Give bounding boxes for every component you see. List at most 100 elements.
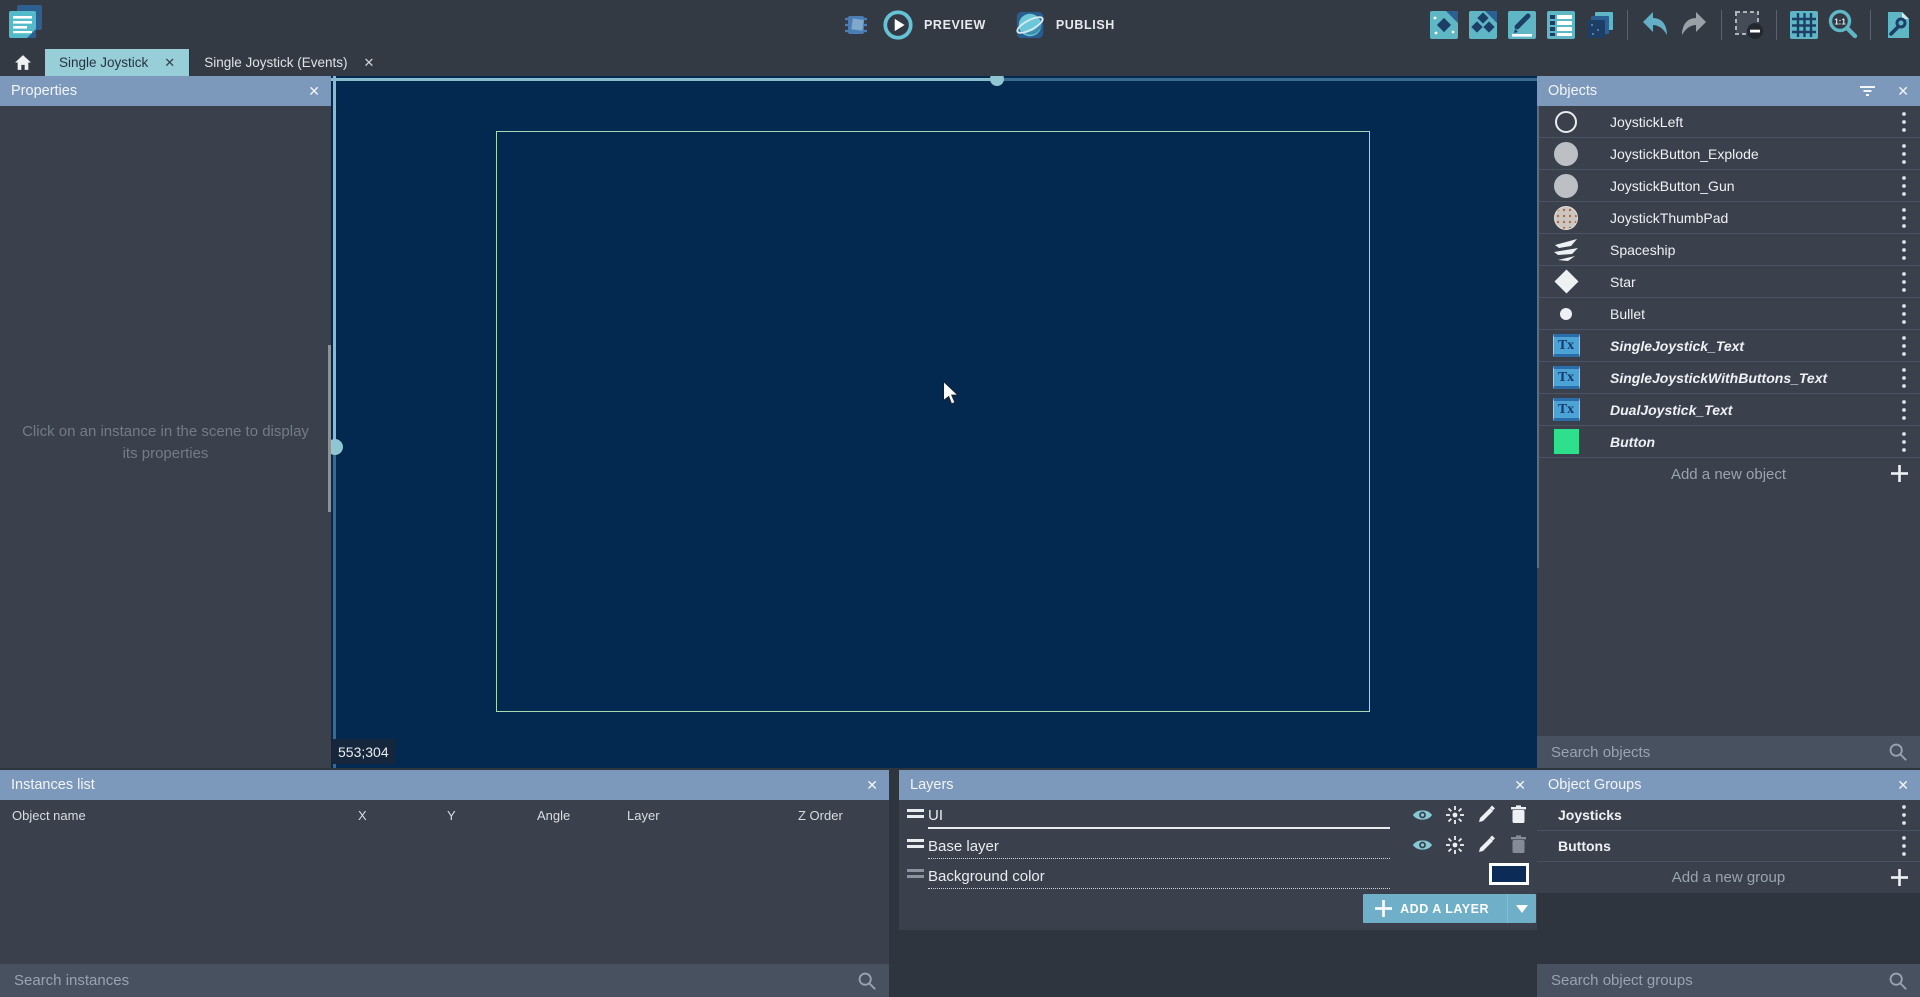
preview-play-icon[interactable] <box>882 9 914 41</box>
instances-icon[interactable] <box>1467 9 1499 41</box>
object-row[interactable]: JoystickThumbPad <box>1537 202 1920 234</box>
tab-single-joystick-events[interactable]: Single Joystick (Events) ✕ <box>189 49 388 76</box>
canvas-vscrollbar-track[interactable] <box>333 447 336 768</box>
search-instances-input[interactable] <box>0 972 857 989</box>
add-object-icon[interactable] <box>1428 9 1460 41</box>
delete-layer-icon[interactable] <box>1508 804 1529 825</box>
search-object-groups-input[interactable] <box>1537 972 1888 989</box>
filter-icon[interactable] <box>1860 85 1875 97</box>
object-row[interactable]: JoystickLeft <box>1537 106 1920 138</box>
plus-icon <box>1891 869 1908 886</box>
preview-button[interactable]: PREVIEW <box>924 18 986 32</box>
object-row[interactable]: JoystickButton_Gun <box>1537 170 1920 202</box>
properties-scrollbar[interactable] <box>328 345 331 512</box>
publish-planet-icon[interactable] <box>1014 9 1046 41</box>
add-layer-button[interactable]: ADD A LAYER <box>1363 894 1536 923</box>
scene-canvas[interactable]: 553;304 <box>331 76 1537 768</box>
group-row[interactable]: Joysticks <box>1537 800 1920 831</box>
canvas-hscroll-handle[interactable] <box>990 76 1004 86</box>
object-groups-panel: Object Groups ✕ Joysticks Buttons Add a … <box>1537 770 1920 893</box>
objects-list-icon[interactable] <box>1545 9 1577 41</box>
layer-name-field[interactable]: Base layer <box>928 838 1390 859</box>
object-menu-icon[interactable] <box>1901 207 1907 229</box>
layer-effects-icon[interactable] <box>1444 834 1465 855</box>
object-name: JoystickButton_Explode <box>1610 146 1759 162</box>
close-icon[interactable]: ✕ <box>308 83 320 100</box>
close-icon[interactable]: ✕ <box>1514 777 1526 794</box>
object-name: Bullet <box>1610 306 1645 322</box>
close-icon[interactable]: ✕ <box>1897 83 1909 100</box>
edit-layer-icon[interactable] <box>1476 804 1497 825</box>
object-menu-icon[interactable] <box>1901 143 1907 165</box>
object-row[interactable]: Tx DualJoystick_Text <box>1537 394 1920 426</box>
add-object-button[interactable]: Add a new object <box>1537 458 1920 490</box>
debug-icon[interactable] <box>840 9 872 41</box>
project-manager-icon[interactable] <box>6 3 46 43</box>
delete-selection-icon[interactable] <box>1733 9 1765 41</box>
properties-empty-message: Click on an instance in the scene to dis… <box>0 421 331 465</box>
object-row[interactable]: Spaceship <box>1537 234 1920 266</box>
scene-settings-icon[interactable] <box>1882 9 1914 41</box>
tab-bar: Single Joystick ✕ Single Joystick (Event… <box>0 49 1920 76</box>
object-row[interactable]: Bullet <box>1537 298 1920 330</box>
object-menu-icon[interactable] <box>1901 399 1907 421</box>
object-menu-icon[interactable] <box>1901 431 1907 453</box>
delete-layer-icon-disabled <box>1508 834 1529 855</box>
object-menu-icon[interactable] <box>1901 367 1907 389</box>
undo-icon[interactable] <box>1639 9 1671 41</box>
drag-handle-icon[interactable] <box>907 809 924 821</box>
home-tab[interactable] <box>0 49 45 76</box>
close-icon[interactable]: ✕ <box>866 777 878 794</box>
close-icon[interactable]: ✕ <box>164 55 175 71</box>
close-icon[interactable]: ✕ <box>364 55 375 71</box>
edit-layer-icon[interactable] <box>1476 834 1497 855</box>
edit-scene-icon[interactable] <box>1506 9 1538 41</box>
layer-name-field[interactable]: UI <box>928 807 1390 829</box>
visibility-eye-icon[interactable] <box>1412 834 1433 855</box>
object-menu-icon[interactable] <box>1901 175 1907 197</box>
publish-button[interactable]: PUBLISH <box>1056 18 1115 32</box>
object-groups-header: Object Groups ✕ <box>1537 770 1920 800</box>
object-menu-icon[interactable] <box>1901 335 1907 357</box>
background-color-swatch[interactable] <box>1489 863 1529 885</box>
close-icon[interactable]: ✕ <box>1897 777 1909 794</box>
object-row[interactable]: Button <box>1537 426 1920 458</box>
column-object-name: Object name <box>12 808 86 823</box>
object-menu-icon[interactable] <box>1901 271 1907 293</box>
object-menu-icon[interactable] <box>1901 303 1907 325</box>
object-row[interactable]: Tx SingleJoystickWithButtons_Text <box>1537 362 1920 394</box>
layer-effects-icon[interactable] <box>1444 804 1465 825</box>
spaceship-icon <box>1551 235 1581 265</box>
objects-search <box>1537 736 1920 768</box>
object-groups-search <box>1537 964 1920 997</box>
add-group-label: Add a new group <box>1672 869 1785 886</box>
chevron-down-icon[interactable] <box>1508 905 1536 913</box>
search-objects-input[interactable] <box>1537 744 1888 761</box>
object-menu-icon[interactable] <box>1901 111 1907 133</box>
group-menu-icon[interactable] <box>1901 804 1907 826</box>
grid-icon[interactable] <box>1788 9 1820 41</box>
tab-single-joystick[interactable]: Single Joystick ✕ <box>45 49 189 76</box>
drag-handle-icon[interactable] <box>907 839 924 851</box>
canvas-vscrollbar[interactable] <box>333 76 336 447</box>
group-row[interactable]: Buttons <box>1537 831 1920 862</box>
scene-window-border <box>496 131 1370 712</box>
gray-circle-icon <box>1551 171 1581 201</box>
object-menu-icon[interactable] <box>1901 239 1907 261</box>
object-row[interactable]: JoystickButton_Explode <box>1537 138 1920 170</box>
text-object-icon: Tx <box>1551 331 1581 361</box>
object-row[interactable]: Star <box>1537 266 1920 298</box>
group-menu-icon[interactable] <box>1901 835 1907 857</box>
canvas-hscrollbar-track[interactable] <box>997 78 1537 81</box>
canvas-hscrollbar[interactable] <box>331 78 997 81</box>
layers-header: Layers ✕ <box>899 770 1537 800</box>
add-group-button[interactable]: Add a new group <box>1537 862 1920 893</box>
zoom-1-1-icon[interactable]: 1:1 <box>1827 9 1859 41</box>
redo-icon[interactable] <box>1678 9 1710 41</box>
white-diamond-icon <box>1551 267 1581 297</box>
layers-stack-icon[interactable] <box>1584 9 1616 41</box>
visibility-eye-icon[interactable] <box>1412 804 1433 825</box>
toolbar-divider <box>1627 10 1628 40</box>
canvas-vscroll-handle[interactable] <box>331 439 343 455</box>
object-row[interactable]: Tx SingleJoystick_Text <box>1537 330 1920 362</box>
